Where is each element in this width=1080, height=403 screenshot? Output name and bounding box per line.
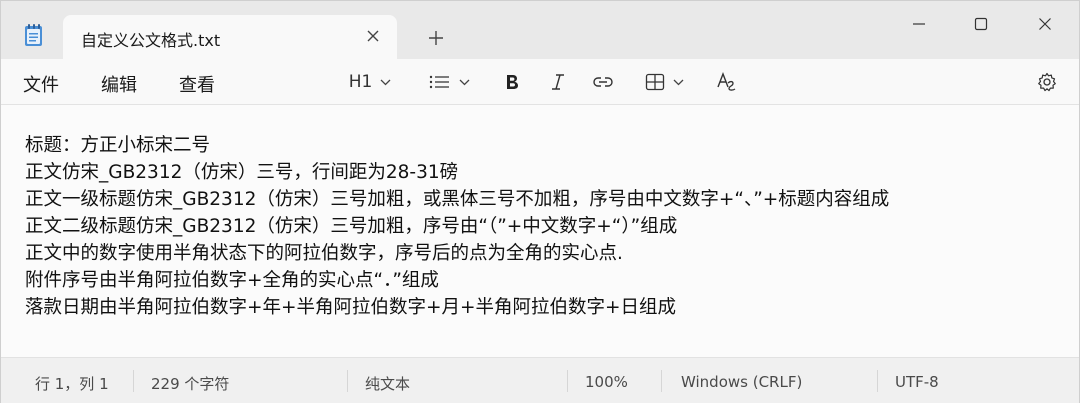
close-icon[interactable] [361, 24, 385, 48]
tab-title: 自定义公文格式.txt [81, 31, 221, 50]
text-editor[interactable]: 标题：方正小标宋二号 正文仿宋_GB2312（仿宋）三号，行间距为28-31磅 … [1, 105, 1079, 357]
notepad-icon [23, 23, 45, 47]
menu-toolbar: 文件 编辑 查看 H1 [1, 59, 1079, 105]
close-icon[interactable] [1025, 9, 1065, 39]
encoding[interactable]: UTF-8 [895, 373, 939, 391]
bold-icon[interactable] [499, 67, 525, 97]
status-divider [347, 370, 348, 392]
menu-view[interactable]: 查看 [179, 71, 215, 97]
editor-line: 正文一级标题仿宋_GB2312（仿宋）三号加粗，或黑体三号不加粗，序号由中文数字… [25, 189, 890, 210]
menu-edit[interactable]: 编辑 [101, 71, 137, 97]
character-count: 229 个字符 [151, 375, 230, 393]
list-dropdown[interactable] [423, 67, 475, 97]
link-icon[interactable] [589, 67, 617, 97]
table-icon [645, 73, 665, 91]
menu-file[interactable]: 文件 [23, 71, 59, 97]
zoom-level[interactable]: 100% [585, 373, 628, 391]
line-ending[interactable]: Windows (CRLF) [681, 373, 802, 391]
tab-document[interactable]: 自定义公文格式.txt [63, 15, 397, 59]
list-icon [429, 74, 451, 90]
plus-icon[interactable] [422, 24, 450, 52]
text-format: 纯文本 [365, 375, 411, 393]
status-divider [877, 370, 878, 392]
editor-line: 正文仿宋_GB2312（仿宋）三号，行间距为28-31磅 [25, 162, 459, 183]
chevron-down-icon [673, 79, 684, 86]
status-divider [133, 370, 134, 392]
cursor-position[interactable]: 行 1，列 1 [35, 373, 109, 394]
editor-line: 正文二级标题仿宋_GB2312（仿宋）三号加粗，序号由“（”+中文数字+“）”组… [25, 216, 678, 237]
editor-line: 标题：方正小标宋二号 [25, 135, 211, 156]
italic-icon[interactable] [545, 67, 571, 97]
gear-icon[interactable] [1033, 67, 1061, 97]
status-divider [661, 370, 662, 392]
editor-line: 正文中的数字使用半角状态下的阿拉伯数字，序号后的点为全角的实心点. [25, 243, 623, 264]
minimize-icon[interactable] [899, 9, 939, 39]
notepad-window: 自定义公文格式.txt 文件 编辑 查看 H1 标题：方正小标宋二号 正文仿宋_… [0, 0, 1080, 403]
chevron-down-icon [380, 79, 391, 86]
heading-dropdown[interactable]: H1 [343, 67, 397, 97]
title-bar: 自定义公文格式.txt [1, 1, 1079, 59]
editor-line: 落款日期由半角阿拉伯数字+年+半角阿拉伯数字+月+半角阿拉伯数字+日组成 [25, 297, 677, 318]
clear-formatting-icon[interactable] [713, 67, 741, 97]
maximize-icon[interactable] [961, 9, 1001, 39]
heading-label: H1 [348, 72, 373, 92]
status-divider [567, 370, 568, 392]
chevron-down-icon [459, 79, 470, 86]
status-bar: 行 1，列 1 229 个字符 纯文本 100% Windows (CRLF) … [1, 357, 1079, 403]
editor-line: 附件序号由半角阿拉伯数字+全角的实心点“．”组成 [25, 270, 439, 291]
table-dropdown[interactable] [637, 67, 691, 97]
